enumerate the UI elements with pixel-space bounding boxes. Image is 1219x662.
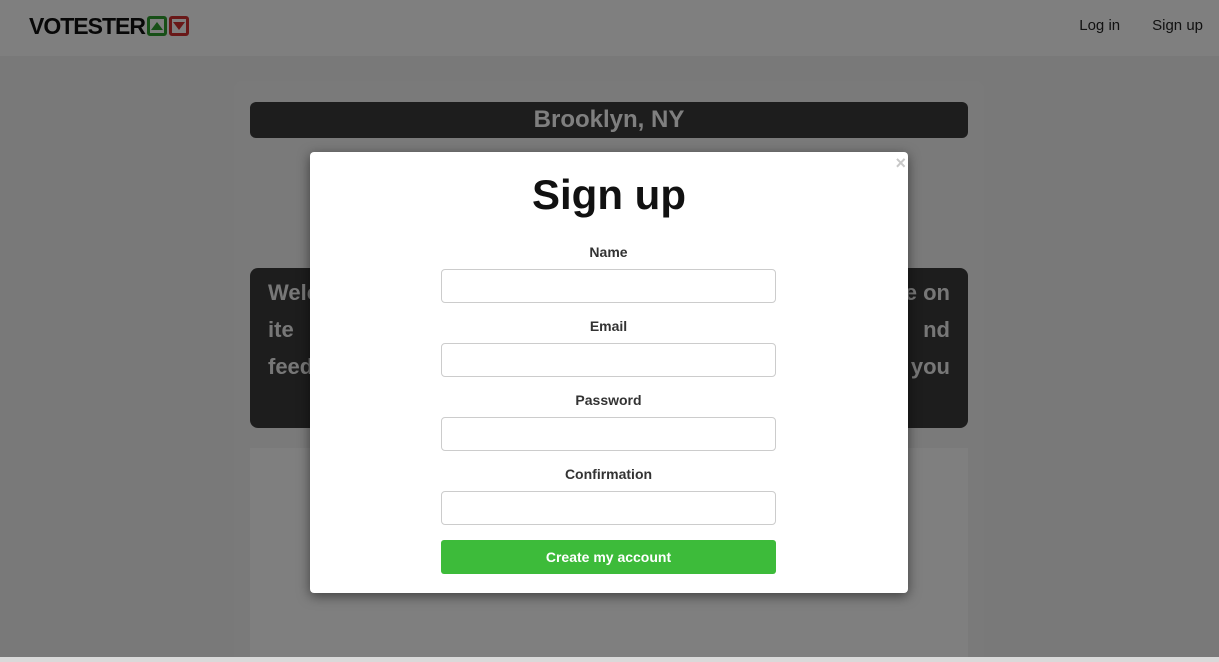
password-field[interactable] — [441, 417, 776, 451]
name-label: Name — [589, 244, 628, 260]
bottom-strip — [0, 657, 1219, 662]
name-field[interactable] — [441, 269, 776, 303]
confirmation-field[interactable] — [441, 491, 776, 525]
modal-title: Sign up — [532, 171, 686, 218]
signup-modal: × Sign up Name Email Password Confirmati… — [310, 152, 908, 593]
password-label: Password — [575, 392, 642, 408]
email-label: Email — [589, 318, 628, 334]
create-account-button[interactable]: Create my account — [441, 540, 776, 574]
signup-form: Name Email Password Confirmation Create … — [441, 244, 776, 574]
email-field[interactable] — [441, 343, 776, 377]
confirmation-label: Confirmation — [564, 466, 653, 482]
